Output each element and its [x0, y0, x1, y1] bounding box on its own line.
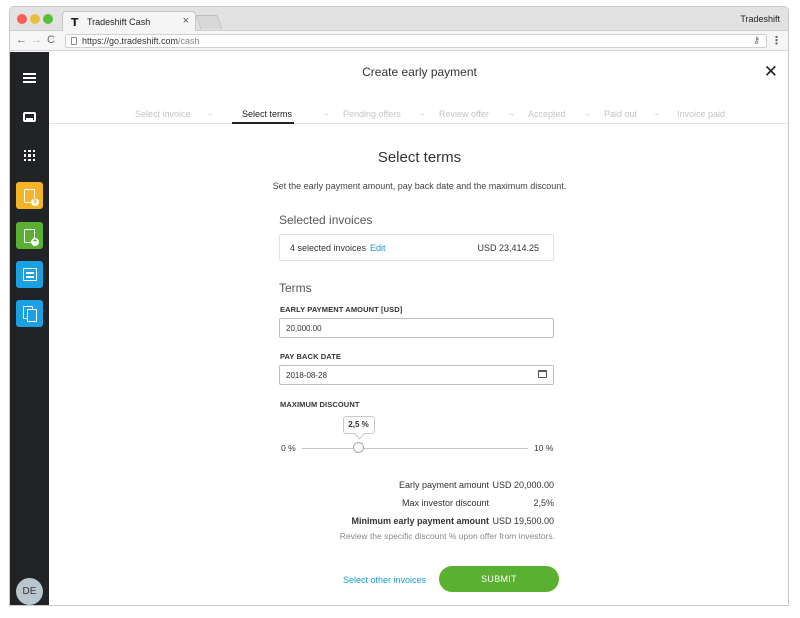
- summary-label: Minimum early payment amount: [351, 516, 489, 526]
- edit-invoices-link[interactable]: Edit: [370, 243, 386, 253]
- pay-back-date-input[interactable]: 2018-08-28: [279, 365, 554, 385]
- tradeshift-logo-icon: T: [71, 16, 79, 29]
- step-paid-out[interactable]: Paid out: [604, 109, 637, 119]
- address-bar: ← → C https://go.tradeshift.com/cash ⚷ ⋮: [10, 31, 788, 51]
- summary-row: Minimum early payment amount USD 19,500.…: [279, 516, 555, 528]
- step-arrow-icon: →: [322, 109, 330, 118]
- summary-value: USD 20,000.00: [492, 480, 554, 490]
- url-path: /cash: [178, 36, 200, 46]
- maximum-discount-label: MAXIMUM DISCOUNT: [280, 400, 360, 409]
- section-description: Set the early payment amount, pay back d…: [272, 181, 567, 191]
- browser-profile-name[interactable]: Tradeshift: [740, 14, 780, 24]
- section-title: Select terms: [377, 149, 462, 166]
- step-arrow-icon: →: [583, 109, 591, 118]
- step-arrow-icon: →: [507, 109, 515, 118]
- copy-documents-icon[interactable]: [16, 300, 43, 327]
- early-payment-amount-input[interactable]: 20,000.00: [279, 318, 554, 338]
- step-arrow-icon: →: [206, 109, 214, 118]
- slider-max-label: 10 %: [534, 443, 554, 453]
- step-arrow-icon: →: [652, 109, 660, 118]
- slider-value-tooltip: 2,5 %: [342, 416, 375, 434]
- active-step-underline: [232, 122, 294, 124]
- forward-arrow-icon[interactable]: →: [31, 34, 42, 46]
- summary-label: Max investor discount: [401, 498, 489, 508]
- browser-window: T Tradeshift Cash × Tradeshift ← → C htt…: [9, 6, 789, 606]
- selected-invoices-count: 4 selected invoices: [290, 243, 367, 253]
- browser-tab[interactable]: T Tradeshift Cash ×: [62, 11, 196, 32]
- submit-button[interactable]: SUBMIT: [439, 566, 559, 592]
- terms-heading: Terms: [279, 281, 312, 295]
- calendar-icon[interactable]: [538, 370, 547, 378]
- user-avatar[interactable]: DE: [16, 578, 43, 605]
- step-arrow-icon: →: [418, 109, 426, 118]
- step-accepted[interactable]: Accepted: [528, 109, 566, 119]
- step-select-terms[interactable]: Select terms: [242, 109, 292, 119]
- tab-close-icon[interactable]: ×: [183, 15, 189, 27]
- selected-invoices-total: USD 23,414.25: [477, 243, 539, 253]
- selected-invoices-card: 4 selected invoices Edit USD 23,414.25: [279, 234, 554, 261]
- title-bar: T Tradeshift Cash × Tradeshift: [10, 7, 788, 32]
- step-pending-offers[interactable]: Pending offers: [343, 109, 401, 119]
- step-review-offer[interactable]: Review offer: [439, 109, 489, 119]
- discount-slider-track[interactable]: [302, 448, 528, 449]
- pay-back-date-label: PAY BACK DATE: [280, 352, 342, 361]
- discount-slider-handle[interactable]: [353, 442, 364, 453]
- key-icon[interactable]: ⚷: [753, 35, 760, 46]
- back-arrow-icon[interactable]: ←: [16, 34, 27, 46]
- page-title: Create early payment: [362, 65, 477, 79]
- apps-grid-icon[interactable]: [16, 142, 43, 169]
- invoice-add-icon[interactable]: +: [16, 222, 43, 249]
- main-content: Create early payment ✕ Select invoice → …: [49, 52, 788, 605]
- select-other-invoices-link[interactable]: Select other invoices: [343, 575, 426, 585]
- drawer-icon[interactable]: [16, 261, 43, 288]
- reload-icon[interactable]: C: [47, 34, 55, 46]
- hamburger-icon[interactable]: [16, 64, 43, 91]
- close-icon[interactable]: ✕: [764, 62, 778, 82]
- summary-label: Early payment amount: [398, 480, 489, 490]
- summary-value: 2,5%: [533, 498, 554, 508]
- review-note: Review the specific discount % upon offe…: [339, 531, 555, 541]
- page-icon: [71, 37, 77, 45]
- summary-row: Max investor discount 2,5%: [279, 498, 555, 510]
- progress-steps: Select invoice → Select terms → Pending …: [49, 106, 788, 124]
- maximize-window-button[interactable]: [43, 14, 53, 24]
- invoice-dollar-icon[interactable]: $: [16, 182, 43, 209]
- summary-row: Early payment amount USD 20,000.00: [279, 480, 555, 492]
- url-input[interactable]: https://go.tradeshift.com/cash ⚷: [65, 34, 767, 48]
- browser-menu-icon[interactable]: ⋮: [771, 34, 782, 47]
- url-text: https://go.tradeshift.com/cash: [82, 36, 200, 46]
- slider-min-label: 0 %: [281, 443, 296, 453]
- new-tab-button[interactable]: [195, 15, 223, 29]
- early-payment-amount-label: EARLY PAYMENT AMOUNT [USD]: [280, 305, 403, 314]
- inbox-icon[interactable]: [16, 103, 43, 130]
- sidebar: $ + DE: [10, 52, 49, 605]
- tab-title: Tradeshift Cash: [87, 17, 151, 27]
- url-host: https://go.tradeshift.com: [82, 36, 179, 46]
- minimize-window-button[interactable]: [30, 14, 40, 24]
- selected-invoices-heading: Selected invoices: [279, 213, 373, 227]
- summary-value: USD 19,500.00: [492, 516, 554, 526]
- close-window-button[interactable]: [17, 14, 27, 24]
- step-invoice-paid[interactable]: Invoice paid: [677, 109, 725, 119]
- step-select-invoice[interactable]: Select invoice: [135, 109, 191, 119]
